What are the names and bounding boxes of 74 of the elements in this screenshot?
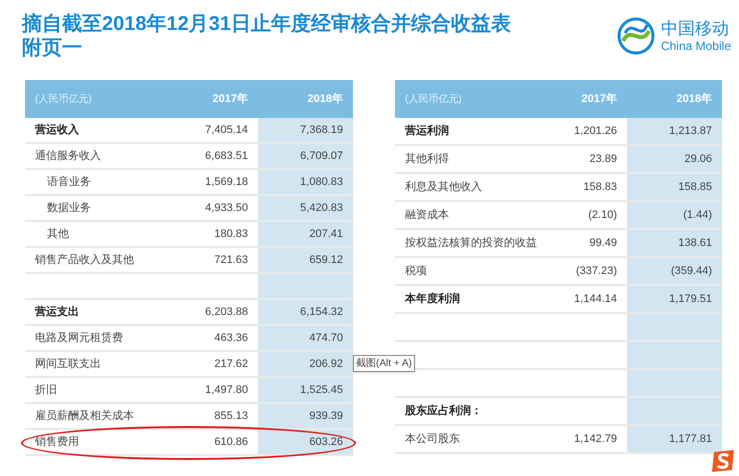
- row-label: 融资成本: [405, 208, 449, 223]
- table-cell-text: 1,144.14: [574, 292, 617, 307]
- table-cell: 659.12: [258, 248, 353, 272]
- table-cell-text: 158.83: [583, 180, 617, 195]
- table-cell-text: (337.23): [576, 264, 617, 279]
- table-cell-text: 180.83: [214, 226, 248, 242]
- row-label: 税项: [405, 264, 427, 279]
- row-label: 销售产品收入及其他: [35, 252, 134, 268]
- row-label: 本公司股东: [405, 432, 460, 447]
- row-label: 营运支出: [35, 304, 79, 320]
- table-cell-text: 23.89: [589, 152, 617, 167]
- table-cell: 1,177.81: [627, 426, 722, 452]
- table-cell-text: 610.86: [214, 434, 248, 450]
- row-label: 本年度利润: [405, 292, 460, 307]
- table-cell-text: 1,569.18: [205, 174, 248, 190]
- table-cell-text: 721.63: [214, 252, 248, 268]
- table-cell-text: 1,201.26: [574, 124, 617, 139]
- row-label: 其他: [46, 226, 69, 242]
- column-header: 2018年: [306, 92, 344, 107]
- row-label: 雇员薪酬及相关成本: [35, 408, 134, 424]
- table-cell: 1,213.87: [627, 118, 722, 144]
- table-cell-text: 6,683.51: [205, 148, 248, 164]
- row-label: 按权益法核算的投资的收益: [405, 236, 537, 251]
- table-cell: (1.44): [627, 202, 722, 228]
- column-header: (人民币亿元): [34, 92, 93, 106]
- table-cell: 474.70: [258, 326, 353, 350]
- table-cell: 206.92: [258, 352, 353, 376]
- brand-name: China Mobile: [660, 39, 731, 53]
- table-cell: 6,154.32: [258, 300, 353, 324]
- table-cell-text: 1,497.80: [205, 382, 248, 398]
- row-label: 折旧: [35, 382, 57, 398]
- row-label: 其他利得: [405, 152, 449, 167]
- row-label: 网间互联支出: [35, 356, 101, 372]
- row-label: 营运收入: [35, 122, 79, 138]
- table-cell: (359.44): [627, 258, 722, 284]
- slide-title: 附页一: [22, 36, 83, 60]
- table-cell-text: 1,142.79: [574, 432, 617, 447]
- table-cell: 29.06: [627, 146, 722, 172]
- slide-title: 摘自截至2018年12月31日止年度经审核合并综合收益表: [22, 12, 511, 36]
- table-cell: 158.85: [627, 174, 722, 200]
- input-method-icon: [712, 450, 736, 472]
- logo-icon: [616, 17, 655, 55]
- row-label: 语音业务: [46, 174, 91, 190]
- row-label: 数据业务: [46, 200, 91, 216]
- column-header: (人民币亿元): [404, 92, 463, 106]
- table-cell: 138.61: [627, 230, 722, 256]
- table-cell-text: 855.13: [214, 408, 248, 424]
- tooltip: 截图(Alt + A): [353, 355, 415, 372]
- row-label: 电路及网元租赁费: [35, 330, 123, 346]
- table-cell-text: 463.36: [214, 330, 248, 346]
- column-header: 2018年: [676, 92, 713, 107]
- row-label: 利息及其他收入: [405, 180, 482, 195]
- table-cell: 7,368.19: [258, 118, 353, 142]
- table-cell-text: 217.62: [214, 356, 248, 372]
- table-cell-text: 99.49: [589, 236, 617, 251]
- table-cell: 1,179.51: [627, 286, 722, 312]
- table-cell-text: (2.10): [588, 208, 617, 223]
- table-cell-text: 4,933.50: [205, 200, 248, 216]
- column-header: 2017年: [580, 92, 618, 107]
- table-cell: 603.26: [258, 430, 353, 454]
- table-cell: 1,525.45: [258, 378, 353, 402]
- row-label: 股东应占利润：: [405, 404, 482, 419]
- row-label: 通信服务收入: [35, 148, 101, 164]
- brand-name: 中国移动: [660, 19, 730, 39]
- row-label: 销售费用: [35, 434, 79, 450]
- column-header: 2017年: [212, 92, 249, 107]
- table-cell: 5,420.83: [258, 196, 353, 220]
- table-cell: 6,709.07: [258, 144, 353, 168]
- row-label: 营运利润: [405, 124, 449, 139]
- table-cell: 1,080.83: [258, 170, 353, 194]
- table-cell: 207.41: [258, 222, 353, 246]
- table-cell-text: 6,203.88: [205, 304, 248, 320]
- table-cell-text: 7,405.14: [205, 122, 248, 138]
- table-cell: 939.39: [258, 404, 353, 428]
